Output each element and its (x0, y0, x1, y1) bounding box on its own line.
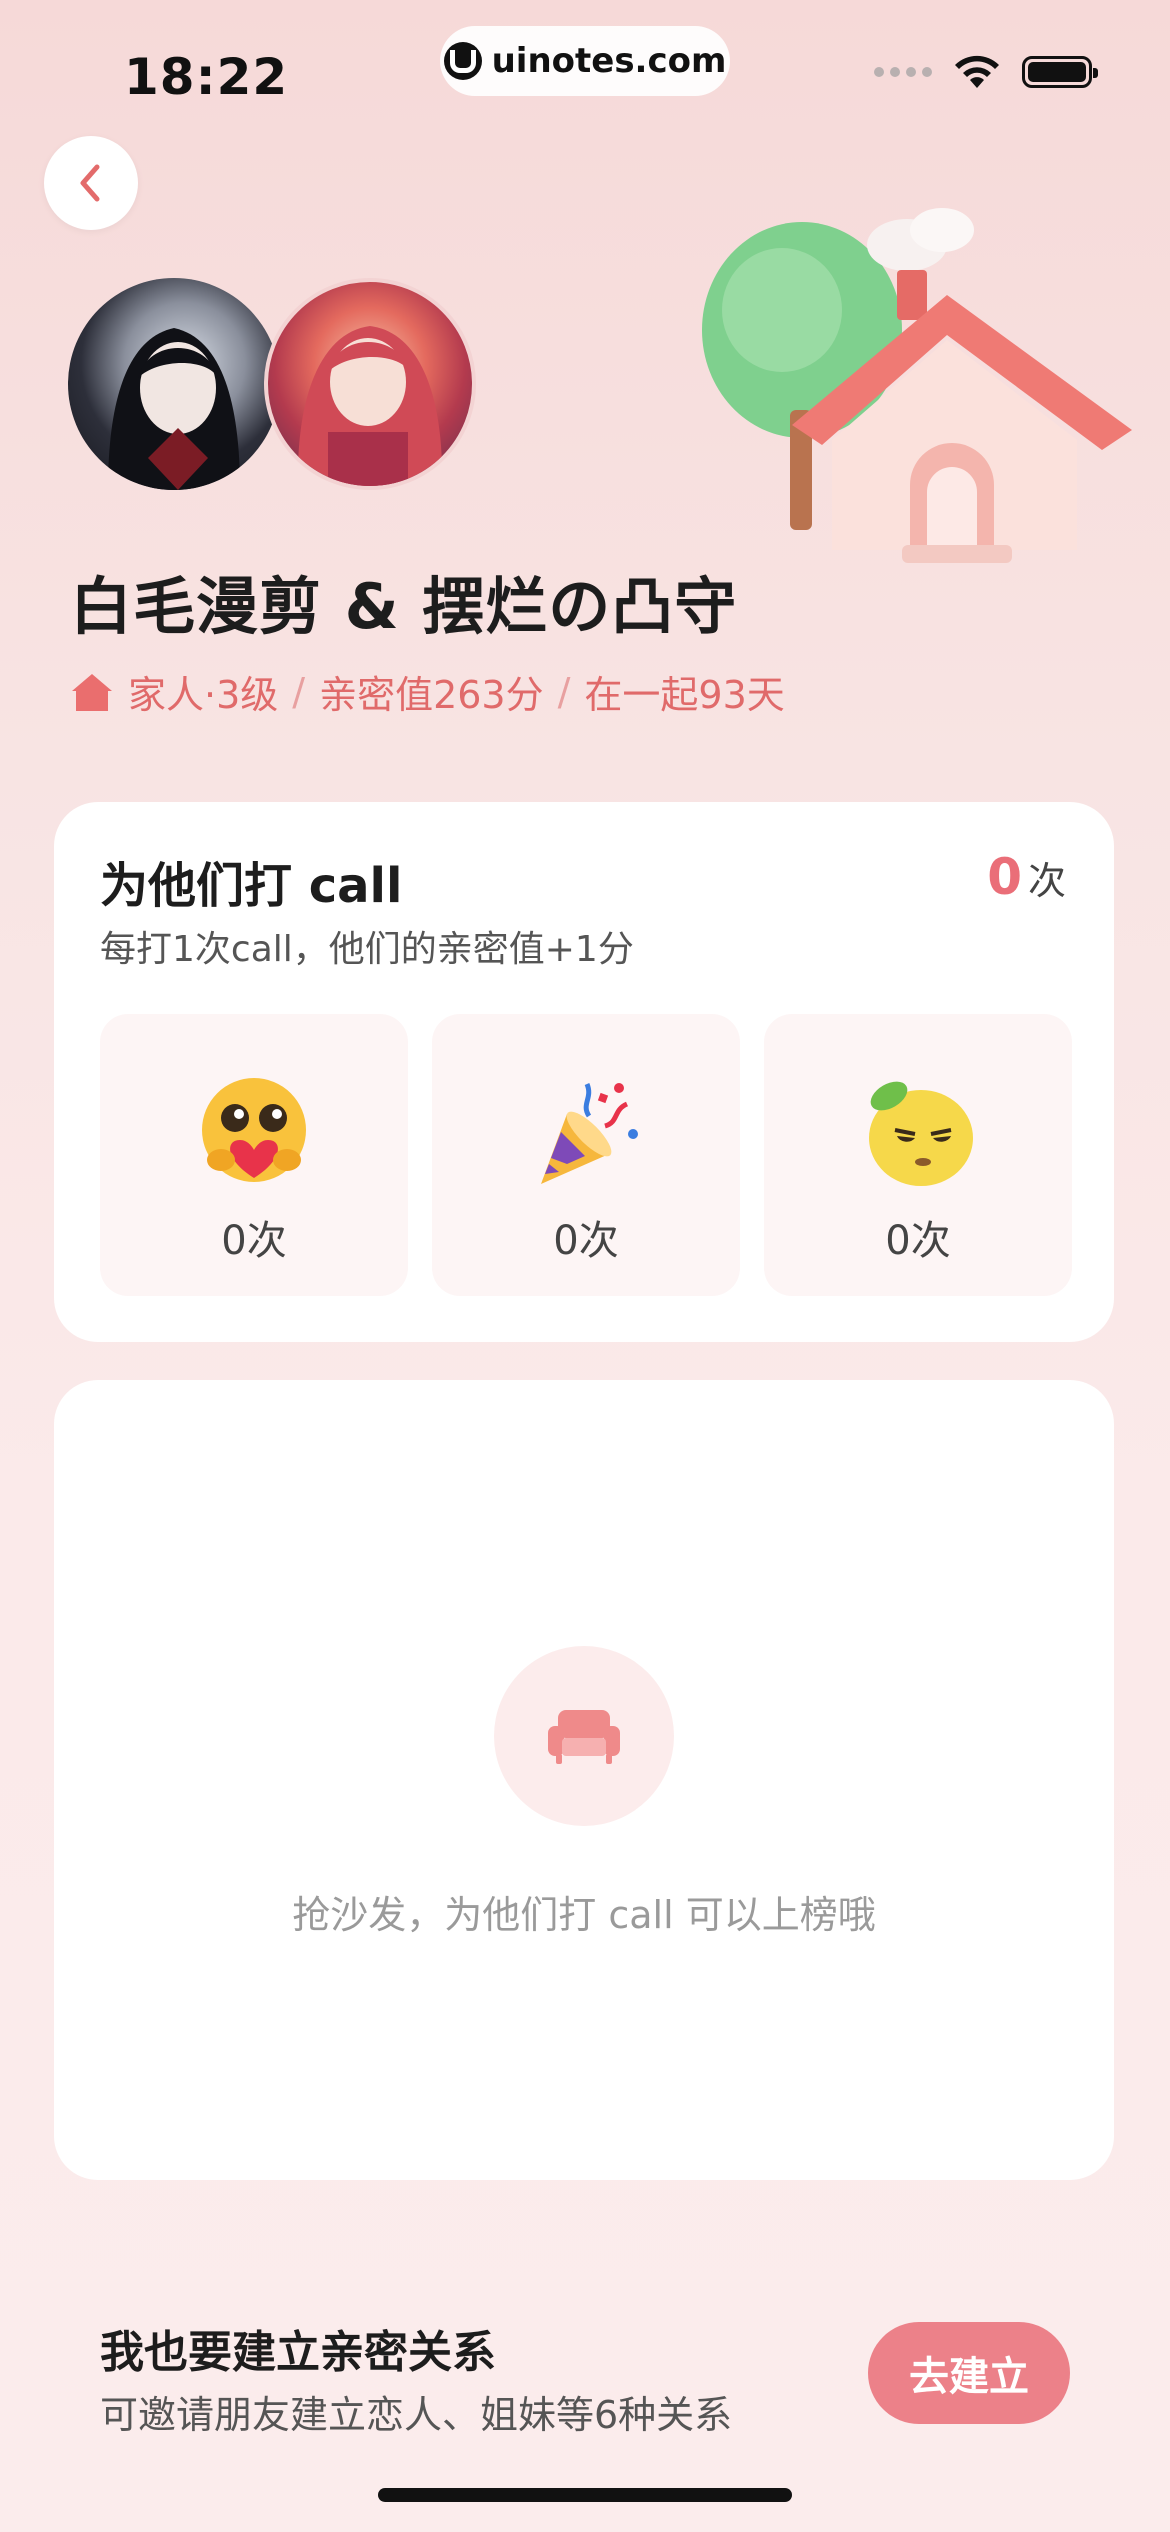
back-button[interactable] (44, 136, 138, 230)
battery-icon (1022, 56, 1098, 88)
home-icon (72, 673, 112, 711)
reaction-count: 0次 (221, 1218, 287, 1264)
intimacy-value: 亲密值263分 (319, 673, 544, 717)
create-relationship-button[interactable]: 去建立 (868, 2322, 1070, 2424)
leaderboard-empty-text: 抢沙发，为他们打 call 可以上榜哦 (292, 1893, 876, 1937)
sofa-icon-circle (494, 1646, 674, 1826)
reaction-count: 0次 (553, 1218, 619, 1264)
home-indicator (378, 2488, 792, 2502)
leaderboard-card: 抢沙发，为他们打 call 可以上榜哦 (54, 1380, 1114, 2180)
call-count: 0 次 (987, 848, 1066, 906)
pair-title: 白毛漫剪 & 摆烂の凸守 (70, 570, 738, 643)
site-logo-icon (443, 42, 482, 80)
cta-title: 我也要建立亲密关系 (100, 2327, 496, 2378)
separator: / (557, 669, 571, 714)
reaction-tile-hug[interactable]: 0次 (100, 1014, 408, 1296)
reaction-tile-party[interactable]: 0次 (432, 1014, 740, 1296)
avatar-user-2[interactable] (264, 278, 476, 490)
call-count-value: 0 (987, 848, 1022, 906)
avatar-user-1[interactable] (68, 278, 280, 490)
status-time: 18:22 (124, 48, 289, 106)
hug-heart-emoji-icon (202, 1078, 306, 1182)
cellular-signal-icon (874, 67, 932, 77)
reaction-tiles: 0次 0次 0次 (100, 1014, 1072, 1296)
chevron-left-icon (80, 164, 100, 202)
wifi-icon (955, 55, 999, 88)
party-popper-emoji-icon (541, 1083, 638, 1184)
sofa-icon (548, 1710, 620, 1764)
lemon-face-emoji-icon (869, 1081, 973, 1186)
days-together: 在一起93天 (584, 673, 785, 717)
call-subtitle: 每打1次call，他们的亲密值+1分 (100, 929, 634, 970)
relation-type: 家人·3级 (128, 673, 279, 717)
status-icons (874, 54, 1098, 90)
cta-subtitle: 可邀请朋友建立恋人、姐妹等6种关系 (100, 2393, 733, 2437)
relation-info: 家人·3级 / 亲密值263分 / 在一起93天 (70, 664, 785, 719)
call-count-unit: 次 (1027, 859, 1066, 903)
call-title: 为他们打 call (100, 858, 403, 914)
url-text: uinotes.com (491, 41, 727, 81)
call-card: 为他们打 call 0 次 每打1次call，他们的亲密值+1分 0次 0次 0… (54, 802, 1114, 1342)
house-illustration (702, 208, 1132, 563)
url-pill[interactable]: uinotes.com (440, 26, 730, 96)
reaction-tile-lemon[interactable]: 0次 (764, 1014, 1072, 1296)
reaction-count: 0次 (885, 1218, 951, 1264)
separator: / (292, 669, 306, 714)
